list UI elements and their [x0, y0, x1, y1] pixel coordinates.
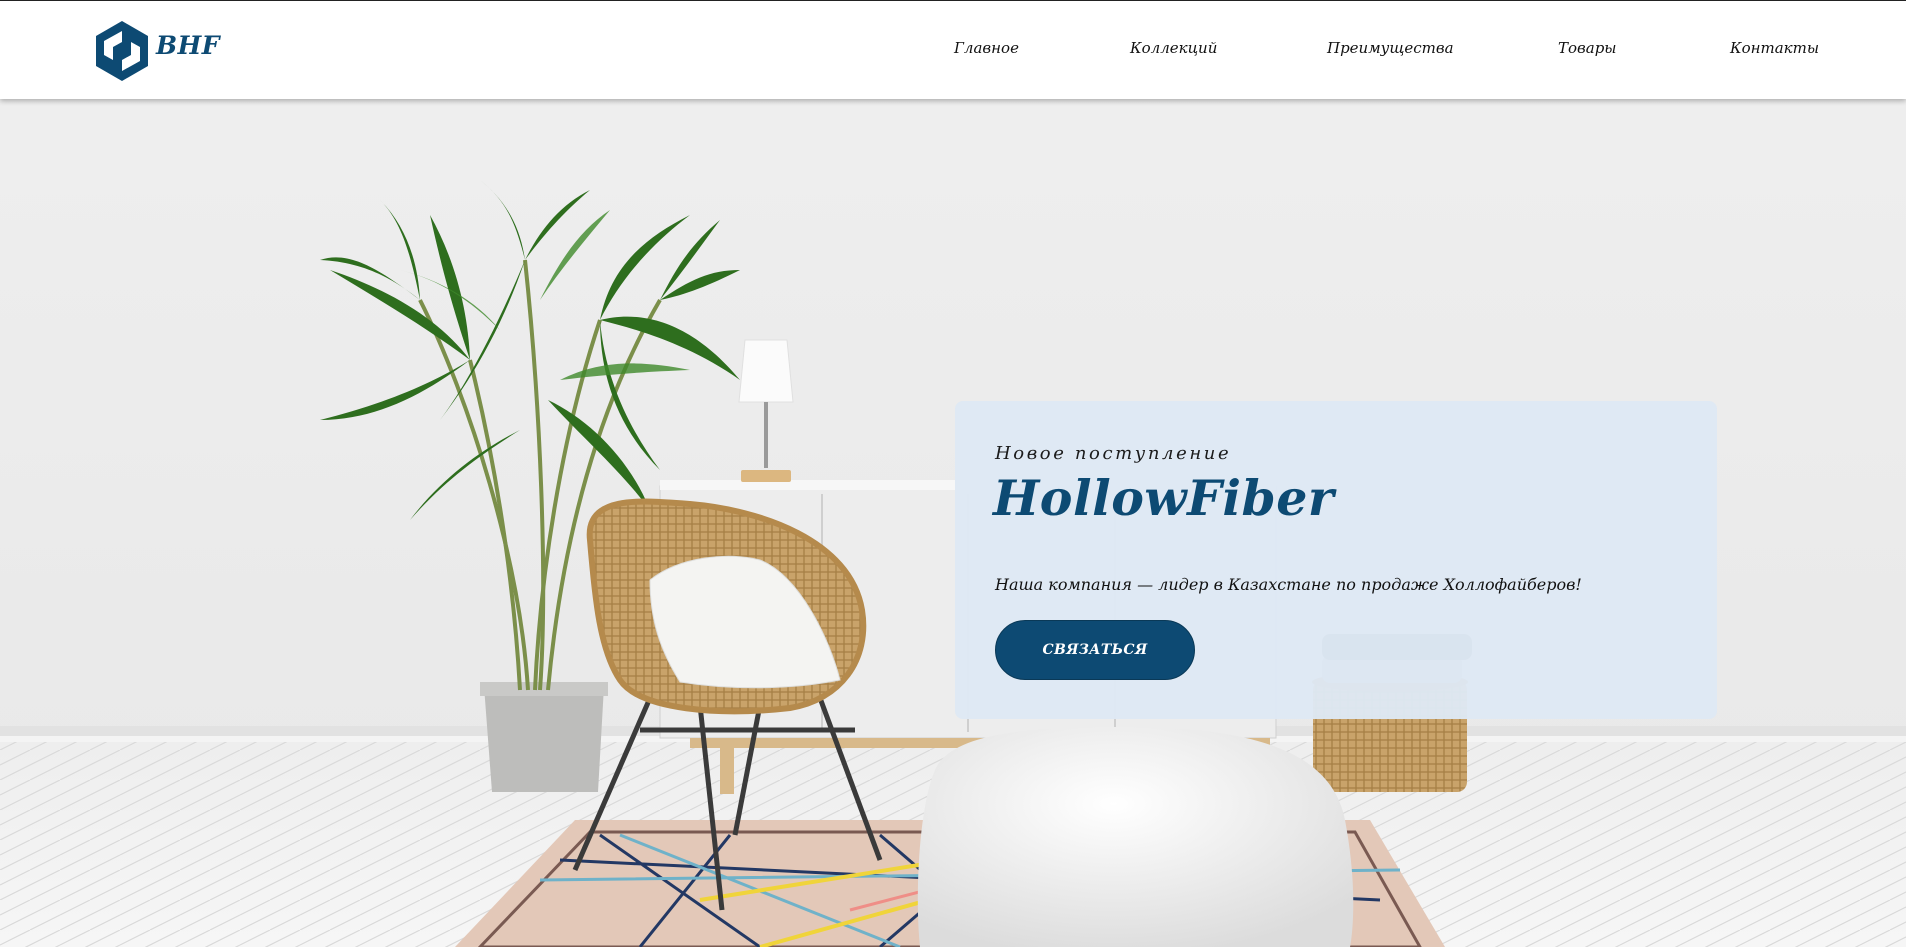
contact-button[interactable]: СВЯЗАТЬСЯ [995, 620, 1195, 680]
main-nav: Главное Коллекций Преимущества Товары Ко… [0, 39, 1906, 63]
hero-kicker: Новое поступление [995, 443, 1232, 464]
hero-section: Новое поступление HollowFiber Наша компа… [0, 99, 1906, 947]
site-header: BHF Главное Коллекций Преимущества Товар… [0, 0, 1906, 99]
nav-item-collections[interactable]: Коллекций [1130, 39, 1217, 57]
nav-item-contacts[interactable]: Контакты [1730, 39, 1819, 57]
hero-title: HollowFiber [993, 469, 1335, 527]
nav-item-advantages[interactable]: Преимущества [1327, 39, 1454, 57]
hero-description: Наша компания — лидер в Казахстане по пр… [995, 575, 1582, 594]
hero-card: Новое поступление HollowFiber Наша компа… [955, 401, 1717, 719]
nav-item-products[interactable]: Товары [1558, 39, 1617, 57]
nav-item-main[interactable]: Главное [954, 39, 1019, 57]
